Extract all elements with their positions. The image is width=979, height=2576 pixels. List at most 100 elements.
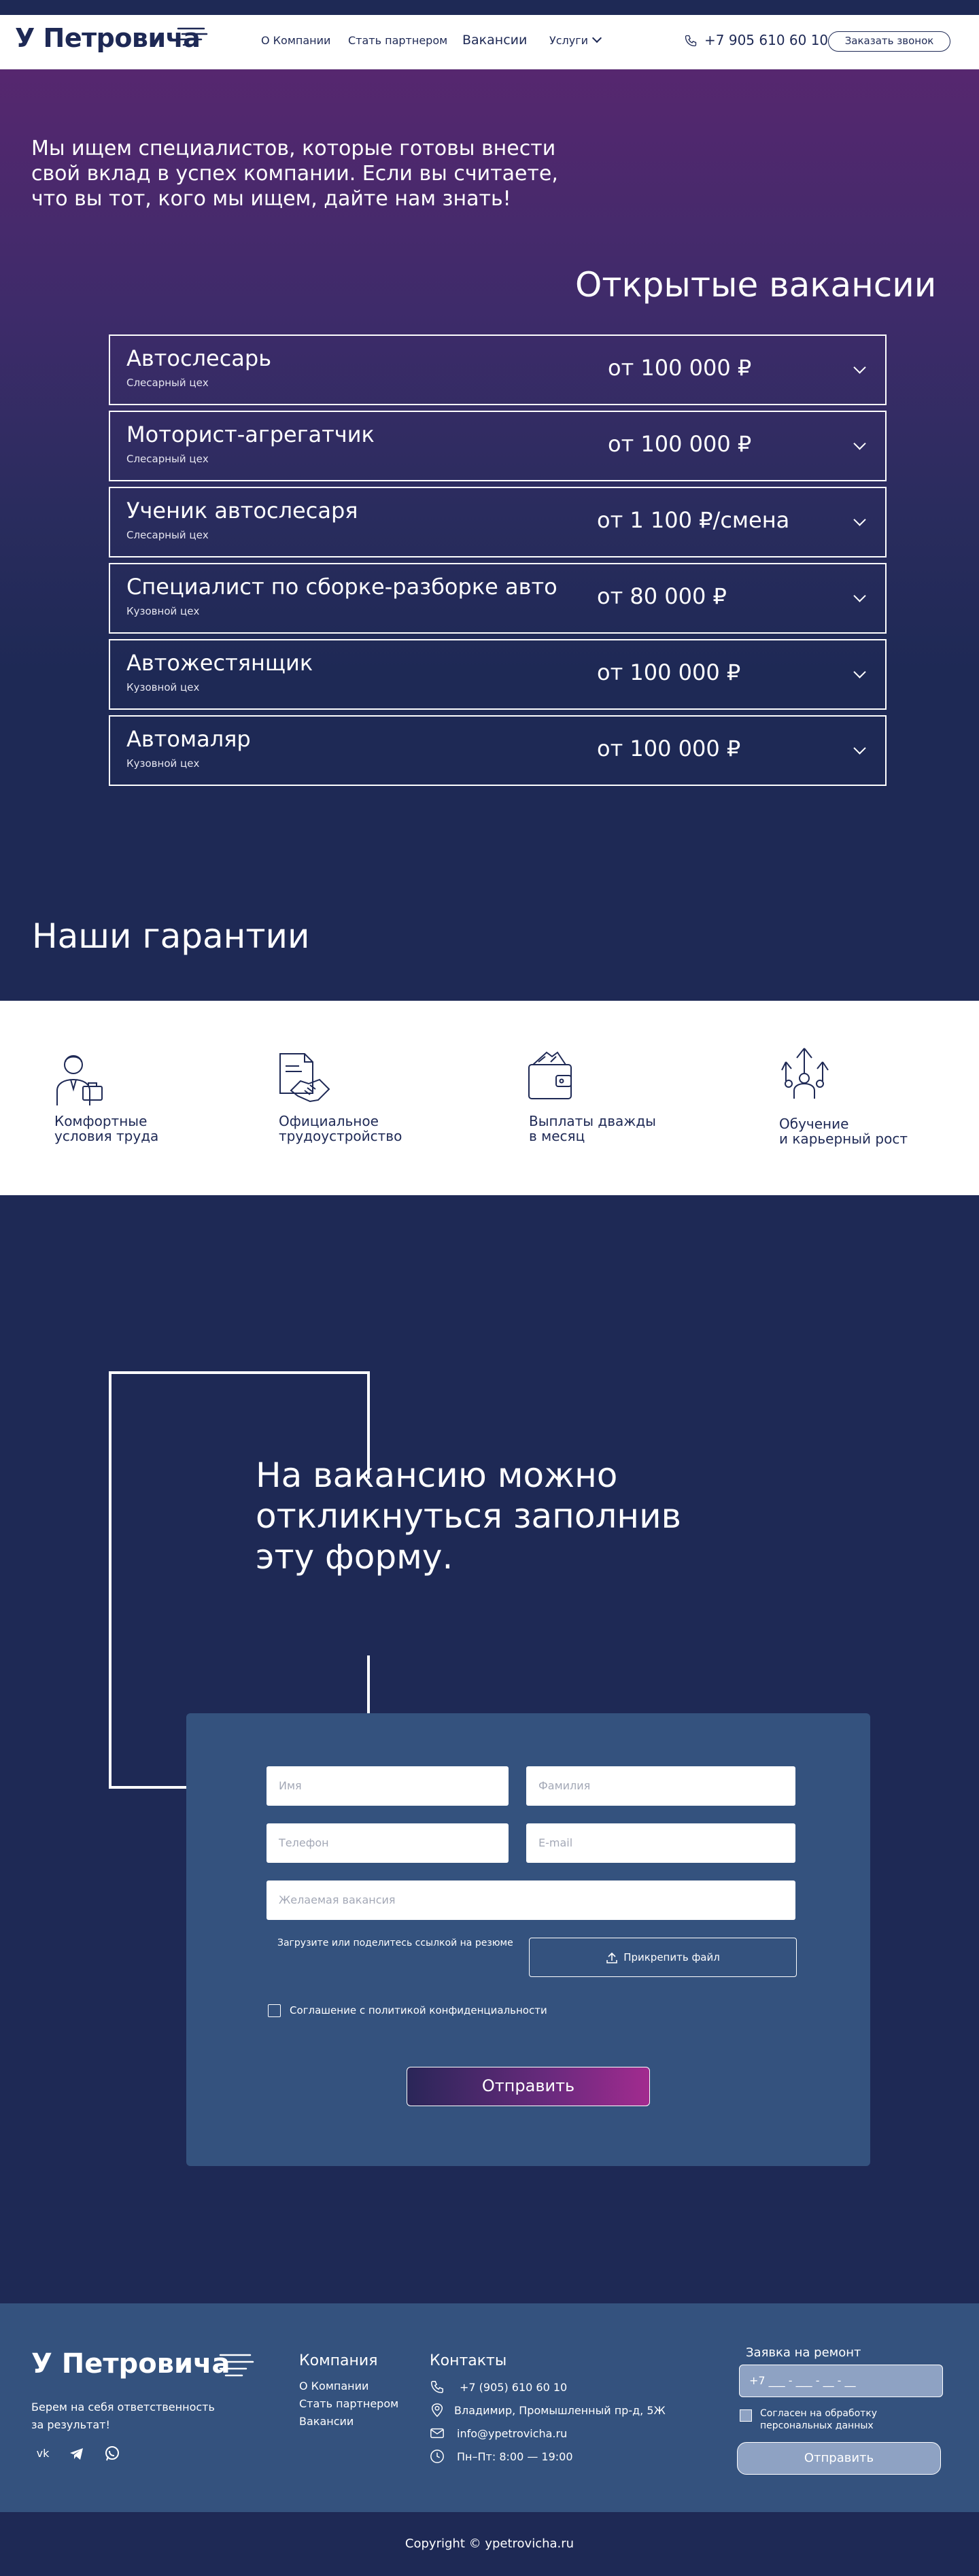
- phone-icon: [685, 35, 697, 47]
- vacancy-item[interactable]: Автожестянщик Кузовной цех от 100 000 ₽: [109, 639, 887, 710]
- guarantee-line: Выплаты дважды: [529, 1113, 656, 1129]
- guarantee-line: Официальное: [279, 1113, 379, 1129]
- first-name-field[interactable]: Имя: [267, 1766, 509, 1806]
- vacancy-name: Автомаляр: [126, 726, 251, 752]
- vacancy-dept: Кузовной цех: [126, 757, 200, 770]
- top-strip: [0, 0, 979, 15]
- callback-button[interactable]: Заказать звонок: [828, 31, 950, 52]
- application-form: Имя Фамилия Телефон E-mail Желаемая вака…: [186, 1713, 870, 2166]
- vacancy-dept: Слесарный цех: [126, 377, 209, 389]
- chevron-down-icon: [591, 33, 602, 44]
- vacancy-dept: Кузовной цех: [126, 681, 200, 693]
- footer-logo[interactable]: У Петровича: [31, 2348, 230, 2380]
- nav-services-label: Услуги: [549, 34, 589, 47]
- chevron-down-icon[interactable]: [853, 437, 866, 450]
- last-name-field[interactable]: Фамилия: [526, 1766, 795, 1806]
- guarantee-line: условия труда: [54, 1128, 159, 1144]
- vacancy-name: Ученик автослесаря: [126, 498, 358, 523]
- phone-icon: [431, 2381, 443, 2393]
- vacancy-salary: от 1 100 ₽/смена: [597, 507, 790, 533]
- guarantee-item: Обучение и карьерный рост: [779, 1116, 908, 1146]
- nav-vacancies[interactable]: Вакансии: [462, 33, 527, 48]
- vacancy-name: Автослесарь: [126, 345, 272, 371]
- repair-agree-label[interactable]: Согласен на обработку персональных данны…: [760, 2407, 944, 2432]
- vk-icon[interactable]: vk: [34, 2445, 52, 2462]
- guarantees-band: Комфортные условия труда Официальное трудо…: [0, 1001, 979, 1195]
- footer-hours: Пн–Пт: 8:00 — 19:00: [457, 2450, 573, 2463]
- footer-company-title: Компания: [299, 2352, 378, 2369]
- repair-send-button[interactable]: Отправить: [737, 2442, 941, 2475]
- footer-address: Владимир, Промышленный пр-д, 5Ж: [454, 2404, 666, 2417]
- career-growth-icon: [781, 1048, 829, 1099]
- footer-link-vacancies[interactable]: Вакансии: [299, 2415, 354, 2428]
- vacancy-salary: от 100 000 ₽: [597, 736, 741, 761]
- vacancy-name: Автожестянщик: [126, 650, 313, 676]
- whatsapp-icon[interactable]: [103, 2445, 121, 2462]
- phone-field[interactable]: Телефон: [267, 1823, 509, 1863]
- vacancy-item[interactable]: Моторист-агрегатчик Слесарный цех от 100…: [109, 411, 887, 481]
- nav-partner[interactable]: Стать партнером: [348, 34, 447, 47]
- attach-file-label: Прикрепить файл: [623, 1951, 720, 1963]
- worker-icon: [56, 1055, 103, 1105]
- guarantee-item: Официальное трудоустройство: [279, 1114, 402, 1144]
- guarantee-item: Комфортные условия труда: [54, 1114, 158, 1144]
- vacancy-salary: от 100 000 ₽: [597, 659, 741, 685]
- logo-wings-icon: [177, 27, 208, 46]
- site-footer: У Петровича Берем на себя ответственност…: [0, 2303, 979, 2512]
- chevron-down-icon[interactable]: [853, 589, 866, 602]
- nav-about[interactable]: О Компании: [261, 34, 330, 47]
- guarantee-item: Выплаты дважды в месяц: [529, 1114, 656, 1144]
- privacy-checkbox[interactable]: [268, 2004, 281, 2017]
- upload-icon: [606, 1952, 617, 1963]
- vacancy-dept: Кузовной цех: [126, 605, 200, 617]
- guarantee-line: трудоустройство: [279, 1128, 402, 1144]
- footer-link-partner[interactable]: Стать партнером: [299, 2397, 398, 2410]
- chevron-down-icon[interactable]: [853, 742, 866, 755]
- vacancy-item[interactable]: Ученик автослесаря Слесарный цех от 1 10…: [109, 487, 887, 557]
- guarantee-line: и карьерный рост: [779, 1131, 908, 1147]
- vacancy-salary: от 100 000 ₽: [608, 431, 752, 457]
- repair-phone-input[interactable]: +7 ___ - ___ - __ - __: [739, 2365, 943, 2397]
- chevron-down-icon[interactable]: [853, 361, 866, 374]
- header-phone[interactable]: +7 905 610 60 10: [704, 32, 828, 48]
- vacancy-dept: Слесарный цех: [126, 529, 209, 541]
- handshake-document-icon: [279, 1053, 330, 1103]
- vacancy-item[interactable]: Автомаляр Кузовной цех от 100 000 ₽: [109, 715, 887, 786]
- clock-icon: [430, 2450, 444, 2463]
- mail-icon: [430, 2428, 444, 2439]
- intro-text: Мы ищем специалистов, которые готовы вне…: [31, 137, 558, 211]
- privacy-label[interactable]: Соглашение с политикой конфиденциальност…: [290, 2004, 547, 2016]
- nav-services[interactable]: Услуги: [549, 33, 602, 47]
- vacancy-dept: Слесарный цех: [126, 453, 209, 465]
- vacancy-item[interactable]: Автослесарь Слесарный цех от 100 000 ₽: [109, 334, 887, 405]
- vacancy-field[interactable]: Желаемая вакансия: [267, 1881, 795, 1920]
- guarantee-line: в месяц: [529, 1128, 585, 1144]
- footer-tagline: Берем на себя ответственность за результ…: [31, 2401, 215, 2431]
- repair-agree-checkbox[interactable]: [740, 2409, 752, 2422]
- footer-email[interactable]: info@ypetrovicha.ru: [457, 2427, 567, 2440]
- logo-wings-icon: [219, 2354, 254, 2377]
- chevron-down-icon[interactable]: [853, 513, 866, 526]
- wallet-icon: [528, 1051, 572, 1099]
- email-field[interactable]: E-mail: [526, 1823, 795, 1863]
- vacancy-item[interactable]: Специалист по сборке-разборке авто Кузов…: [109, 563, 887, 634]
- location-icon: [431, 2403, 443, 2418]
- copyright-bar: Copyright © ypetrovicha.ru: [0, 2512, 979, 2576]
- vacancy-salary: от 100 000 ₽: [608, 355, 752, 381]
- footer-link-about[interactable]: О Компании: [299, 2380, 368, 2392]
- attach-file-button[interactable]: Прикрепить файл: [529, 1938, 797, 1977]
- guarantees-title: Наши гарантии: [32, 916, 310, 956]
- submit-button[interactable]: Отправить: [407, 2067, 650, 2106]
- vacancy-salary: от 80 000 ₽: [597, 583, 727, 609]
- footer-phone[interactable]: +7 (905) 610 60 10: [460, 2381, 567, 2394]
- chevron-down-icon[interactable]: [853, 666, 866, 679]
- site-header: У Петровича О Компании Стать партнером В…: [0, 15, 979, 69]
- copyright: Copyright © ypetrovicha.ru: [405, 2537, 574, 2551]
- guarantee-line: Комфортные: [54, 1113, 148, 1129]
- vacancies-title: Открытые вакансии: [575, 265, 937, 305]
- vacancy-name: Специалист по сборке-разборке авто: [126, 574, 557, 600]
- telegram-icon[interactable]: [68, 2445, 86, 2462]
- repair-request-title: Заявка на ремонт: [746, 2346, 861, 2360]
- footer-contacts-title: Контакты: [430, 2352, 507, 2369]
- logo[interactable]: У Петровича: [15, 23, 201, 53]
